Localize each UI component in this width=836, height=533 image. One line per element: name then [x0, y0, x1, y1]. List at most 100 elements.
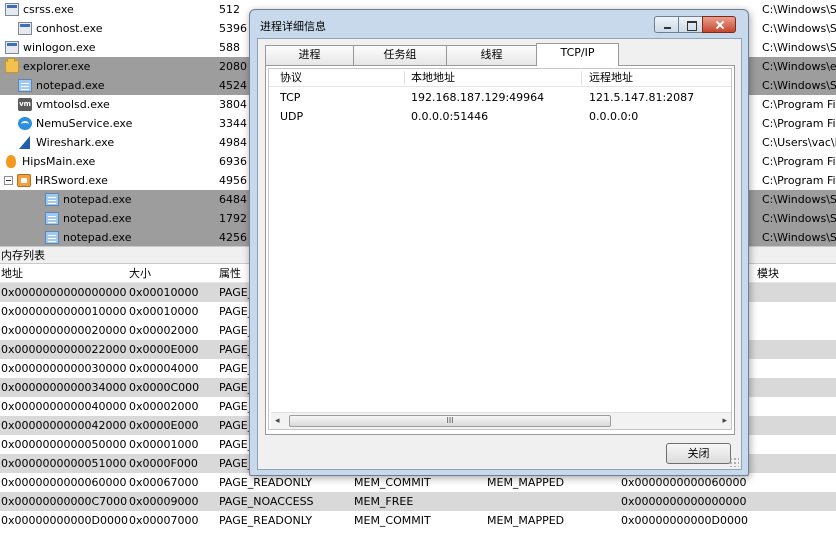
process-path: C:\Program Fil — [762, 98, 836, 111]
process-name-cell: explorer.exe — [5, 57, 90, 76]
hips-icon — [4, 155, 18, 168]
memory-size: 0x0000E000 — [129, 419, 199, 432]
close-button[interactable]: 关闭 — [666, 443, 731, 464]
process-path: C:\Windows\S — [762, 193, 836, 206]
memory-size: 0x00009000 — [129, 495, 199, 508]
column-local-address[interactable]: 本地地址 — [411, 69, 455, 87]
memory-size: 0x00004000 — [129, 362, 199, 375]
memory-address: 0x0000000000042000 — [1, 419, 127, 432]
memory-address: 0x0000000000020000 — [1, 324, 127, 337]
process-name: notepad.exe — [63, 231, 132, 244]
process-name: explorer.exe — [23, 60, 91, 73]
memory-address: 0x00000000000C7000 — [1, 495, 128, 508]
process-name: notepad.exe — [36, 79, 105, 92]
notepad-icon — [45, 212, 59, 225]
connection-row[interactable]: UDP 0.0.0.0:51446 0.0.0.0:0 — [269, 107, 731, 126]
notepad-icon — [45, 231, 59, 244]
maximize-button[interactable] — [678, 16, 703, 33]
process-name-cell: vm vmtoolsd.exe — [18, 95, 110, 114]
process-pid: 4524 — [219, 79, 247, 92]
scroll-right-icon[interactable]: ▸ — [722, 416, 727, 426]
process-details-dialog[interactable]: 进程详细信息 进程 任务组 线程 TCP/IP 协议 本地地址 远程地址 TCP… — [249, 9, 749, 476]
process-name-cell: csrss.exe — [5, 0, 74, 19]
tab-tcpip[interactable]: TCP/IP — [536, 43, 619, 66]
process-pid: 512 — [219, 3, 240, 16]
dialog-body: 进程 任务组 线程 TCP/IP 协议 本地地址 远程地址 TCP 192.16… — [257, 38, 742, 470]
window-icon — [5, 41, 19, 54]
memory-size: 0x0000F000 — [129, 457, 198, 470]
process-path: C:\Program Fil — [762, 174, 836, 187]
nemu-icon — [18, 117, 32, 130]
process-name: notepad.exe — [63, 193, 132, 206]
memory-address: 0x0000000000040000 — [1, 400, 127, 413]
wireshark-icon — [18, 136, 32, 149]
window-icon — [18, 22, 32, 35]
collapse-icon[interactable] — [4, 176, 13, 185]
process-name-cell: NemuService.exe — [18, 114, 132, 133]
process-name-cell: HRSword.exe — [4, 171, 108, 190]
memory-address: 0x0000000000060000 — [1, 476, 127, 489]
column-address[interactable]: 地址 — [1, 264, 23, 283]
process-name-cell: Wireshark.exe — [18, 133, 114, 152]
process-pid: 4956 — [219, 174, 247, 187]
process-name: conhost.exe — [36, 22, 103, 35]
process-path: C:\Program Fil — [762, 155, 836, 168]
close-window-button[interactable] — [702, 16, 736, 33]
memory-size: 0x00010000 — [129, 286, 199, 299]
connection-local-address: 192.168.187.129:49964 — [411, 91, 545, 104]
memory-size: 0x0000C000 — [129, 381, 200, 394]
process-path: C:\Windows\S — [762, 212, 836, 225]
memory-size: 0x00010000 — [129, 305, 199, 318]
process-pid: 588 — [219, 41, 240, 54]
column-protocol[interactable]: 协议 — [280, 69, 302, 87]
process-name: NemuService.exe — [36, 117, 133, 130]
process-pid: 3344 — [219, 117, 247, 130]
tab-process[interactable]: 进程 — [265, 45, 354, 65]
hrsword-icon — [17, 174, 31, 187]
connection-list[interactable]: 协议 本地地址 远程地址 TCP 192.168.187.129:49964 1… — [268, 68, 732, 430]
memory-address: 0x0000000000030000 — [1, 362, 127, 375]
process-pid: 1792 — [219, 212, 247, 225]
resize-grip-icon[interactable] — [729, 457, 739, 467]
memory-state: MEM_COMMIT — [354, 514, 431, 527]
tab-threads[interactable]: 线程 — [446, 45, 537, 65]
process-name: HipsMain.exe — [22, 155, 96, 168]
connection-remote-address: 121.5.147.81:2087 — [589, 91, 695, 104]
horizontal-scrollbar[interactable]: ◂ III ▸ — [271, 412, 731, 429]
process-name: Wireshark.exe — [36, 136, 115, 149]
connection-protocol: TCP — [280, 91, 301, 104]
process-name: vmtoolsd.exe — [36, 98, 110, 111]
memory-state: MEM_FREE — [354, 495, 414, 508]
process-name-cell: HipsMain.exe — [0, 152, 95, 171]
column-module[interactable]: 模块 — [757, 264, 779, 283]
minimize-button[interactable] — [654, 16, 679, 33]
process-path: C:\Program Fil — [762, 117, 836, 130]
column-divider[interactable] — [404, 71, 405, 85]
scrollbar-thumb[interactable]: III — [289, 415, 611, 427]
column-remote-address[interactable]: 远程地址 — [589, 69, 633, 87]
process-pid: 4256 — [219, 231, 247, 244]
memory-size: 0x00002000 — [129, 324, 199, 337]
process-name: csrss.exe — [23, 3, 74, 16]
process-pid: 6936 — [219, 155, 247, 168]
connection-row[interactable]: TCP 192.168.187.129:49964 121.5.147.81:2… — [269, 88, 731, 107]
memory-address: 0x0000000000010000 — [1, 305, 127, 318]
process-path: C:\Windows\S — [762, 79, 836, 92]
process-pid: 4984 — [219, 136, 247, 149]
connection-local-address: 0.0.0.0:51446 — [411, 110, 489, 123]
memory-row[interactable]: 0x00000000000D0000 0x00007000 PAGE_READONL… — [0, 511, 836, 530]
process-name: winlogon.exe — [23, 41, 96, 54]
process-name-cell: notepad.exe — [18, 76, 105, 95]
tab-job-group[interactable]: 任务组 — [353, 45, 447, 65]
process-name: notepad.exe — [63, 212, 132, 225]
process-name-cell: notepad.exe — [45, 228, 132, 246]
scroll-left-icon[interactable]: ◂ — [275, 416, 280, 426]
window-icon — [5, 3, 19, 16]
memory-row[interactable]: 0x00000000000C7000 0x00009000 PAGE_NOACCES… — [0, 492, 836, 511]
process-name-cell: notepad.exe — [45, 209, 132, 228]
column-attribute[interactable]: 属性 — [219, 264, 241, 283]
column-divider[interactable] — [581, 71, 582, 85]
memory-attribute: PAGE_READONLY — [219, 514, 313, 527]
column-size[interactable]: 大小 — [129, 264, 151, 283]
process-pid: 5396 — [219, 22, 247, 35]
